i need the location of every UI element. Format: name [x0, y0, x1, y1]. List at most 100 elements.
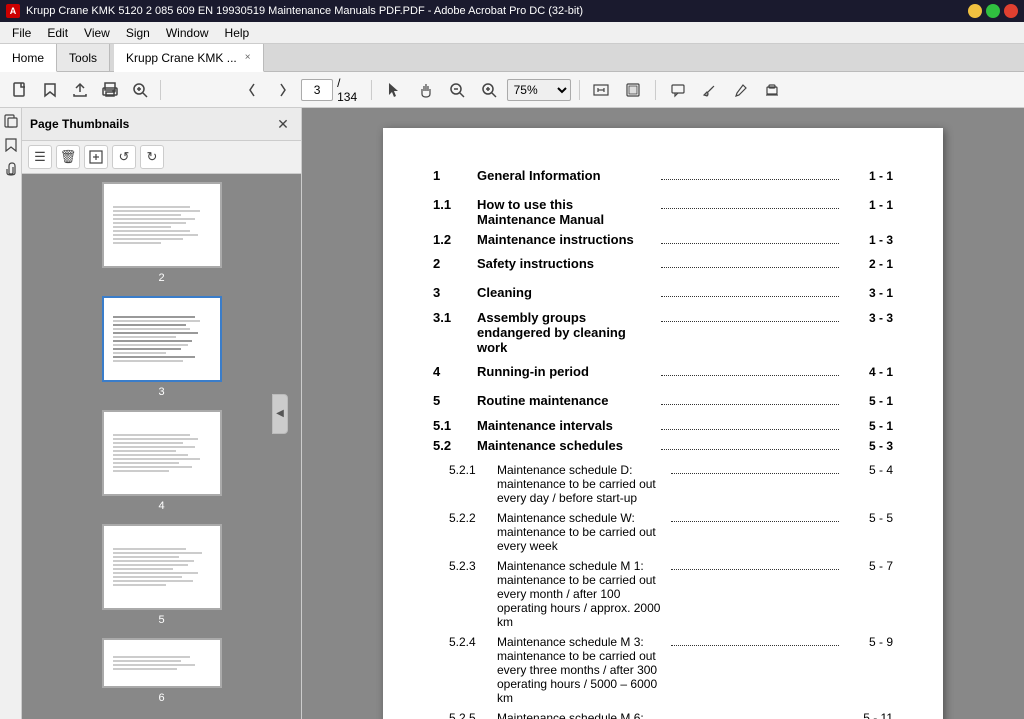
- tab-home[interactable]: Home: [0, 44, 57, 72]
- toc-dots-5: [661, 310, 839, 322]
- toc-container: 1General Information 1 - 1 1.1How to use t…: [433, 168, 893, 719]
- tab-tools[interactable]: Tools: [57, 44, 110, 71]
- toc-row-11: 5.2.2Maintenance schedule W: maintenance…: [433, 510, 893, 553]
- toc-num-1: 1.1: [433, 197, 477, 212]
- titlebar: A Krupp Crane KMK 5120 2 085 609 EN 1993…: [0, 0, 1024, 22]
- panel-bookmarks-icon[interactable]: [2, 136, 20, 154]
- toc-dots-14: [671, 710, 839, 719]
- sidebar-collapse-button[interactable]: ◀: [272, 394, 288, 434]
- next-page-button[interactable]: [270, 76, 298, 104]
- bookmark-button[interactable]: [36, 76, 64, 104]
- sidebar-rotate-ccw-button[interactable]: ↺: [112, 145, 136, 169]
- tab-close-icon[interactable]: ×: [245, 52, 251, 63]
- sidebar-header: Page Thumbnails ✕: [22, 108, 301, 141]
- sidebar-menu-button[interactable]: ☰: [28, 145, 52, 169]
- toc-dots-13: [671, 634, 839, 646]
- fullscreen-button[interactable]: [619, 76, 647, 104]
- thumbnail-frame-2: [102, 182, 222, 268]
- hand-tool[interactable]: [412, 76, 440, 104]
- thumbnail-page-6[interactable]: 6: [102, 638, 222, 704]
- panel-pages-icon[interactable]: [2, 112, 20, 130]
- toc-row-6: 4Running-in period4 - 1: [433, 364, 893, 379]
- toc-title-3: Safety instructions: [477, 256, 655, 271]
- sidebar-extract-button[interactable]: [84, 145, 108, 169]
- titlebar-text: Krupp Crane KMK 5120 2 085 609 EN 199305…: [26, 5, 583, 17]
- thumbnail-label-2: 2: [158, 272, 164, 284]
- comment-button[interactable]: [664, 76, 692, 104]
- tab-document-label: Krupp Crane KMK ...: [126, 51, 237, 65]
- zoom-out-button[interactable]: [444, 76, 472, 104]
- tab-tools-label: Tools: [69, 51, 97, 65]
- toolbar-sep-3: [655, 80, 656, 100]
- sidebar-close-button[interactable]: ✕: [273, 114, 293, 134]
- new-button[interactable]: [6, 76, 34, 104]
- tab-document[interactable]: Krupp Crane KMK ... ×: [114, 44, 264, 72]
- menu-file[interactable]: File: [4, 24, 39, 42]
- toc-dots-7: [661, 393, 839, 405]
- thumbnail-page-5[interactable]: 5: [102, 524, 222, 626]
- menu-window[interactable]: Window: [158, 24, 217, 42]
- page-separator: / 134: [337, 76, 363, 104]
- panel-attachments-icon[interactable]: [2, 160, 20, 178]
- thumbnail-frame-3: [102, 296, 222, 382]
- print-button[interactable]: [96, 76, 124, 104]
- thumbnail-label-3: 3: [158, 386, 164, 398]
- toc-dots-0: [661, 168, 839, 180]
- toc-page-6: 4 - 1: [845, 365, 893, 379]
- toc-page-8: 5 - 1: [845, 419, 893, 433]
- fit-page-button[interactable]: [588, 76, 616, 104]
- zoom-in-button[interactable]: [475, 76, 503, 104]
- sidebar-toolbar: ☰ 🗑 ↺ ↻: [22, 141, 301, 174]
- draw-button[interactable]: [727, 76, 755, 104]
- thumbnail-label-5: 5: [158, 614, 164, 626]
- menu-edit[interactable]: Edit: [39, 24, 76, 42]
- highlight-button[interactable]: [695, 76, 723, 104]
- maximize-button[interactable]: [986, 4, 1000, 18]
- thumbnail-page-3[interactable]: 3: [102, 296, 222, 398]
- toc-row-10: 5.2.1Maintenance schedule D: maintenance…: [433, 462, 893, 505]
- toc-page-1: 1 - 1: [845, 198, 893, 212]
- toc-title-0: General Information: [477, 168, 655, 183]
- sidebar-rotate-cw-button[interactable]: ↻: [140, 145, 164, 169]
- prev-page-button[interactable]: [238, 76, 266, 104]
- pdf-page: 1General Information 1 - 1 1.1How to use t…: [383, 128, 943, 719]
- toc-dots-9: [661, 438, 839, 450]
- toc-dots-4: [661, 285, 839, 297]
- thumbnail-page-2[interactable]: 2: [102, 182, 222, 284]
- menu-view[interactable]: View: [76, 24, 118, 42]
- sidebar-delete-button[interactable]: 🗑: [56, 145, 80, 169]
- toc-title-1: How to use this Maintenance Manual: [477, 197, 655, 227]
- toc-title-2: Maintenance instructions: [477, 232, 655, 247]
- tab-home-label: Home: [12, 51, 44, 65]
- thumbnails-panel: 2: [22, 174, 301, 719]
- toc-page-10: 5 - 4: [845, 463, 893, 477]
- thumbnail-frame-4: [102, 410, 222, 496]
- toc-row-7: 5Routine maintenance5 - 1: [433, 393, 893, 408]
- toc-page-7: 5 - 1: [845, 394, 893, 408]
- pdf-viewer: 1General Information 1 - 1 1.1How to use t…: [302, 108, 1024, 719]
- minimize-button[interactable]: [968, 4, 982, 18]
- toc-page-14: 5 - 11: [845, 711, 893, 719]
- zoom-select[interactable]: 75% 50% 100% 125% 150%: [507, 79, 571, 101]
- thumbnail-frame-6: [102, 638, 222, 688]
- toc-num-10: 5.2.1: [449, 463, 497, 477]
- toc-title-5: Assembly groups endangered by cleaning w…: [477, 310, 655, 355]
- toc-row-8: 5.1Maintenance intervals5 - 1: [433, 418, 893, 433]
- thumbnail-page-4[interactable]: 4: [102, 410, 222, 512]
- toc-dots-10: [671, 462, 839, 474]
- toc-title-7: Routine maintenance: [477, 393, 655, 408]
- toc-dots-12: [671, 558, 839, 570]
- menu-sign[interactable]: Sign: [118, 24, 158, 42]
- select-tool[interactable]: [380, 76, 408, 104]
- menu-help[interactable]: Help: [217, 24, 258, 42]
- toc-num-0: 1: [433, 168, 477, 183]
- zoom-in-btn[interactable]: [126, 76, 154, 104]
- page-number-input[interactable]: 3: [301, 79, 333, 101]
- toc-dots-11: [671, 510, 839, 522]
- stamp-button[interactable]: [758, 76, 786, 104]
- close-button[interactable]: [1004, 4, 1018, 18]
- upload-button[interactable]: [66, 76, 94, 104]
- app-icon: A: [6, 4, 20, 18]
- toc-num-2: 1.2: [433, 232, 477, 247]
- toc-num-6: 4: [433, 364, 477, 379]
